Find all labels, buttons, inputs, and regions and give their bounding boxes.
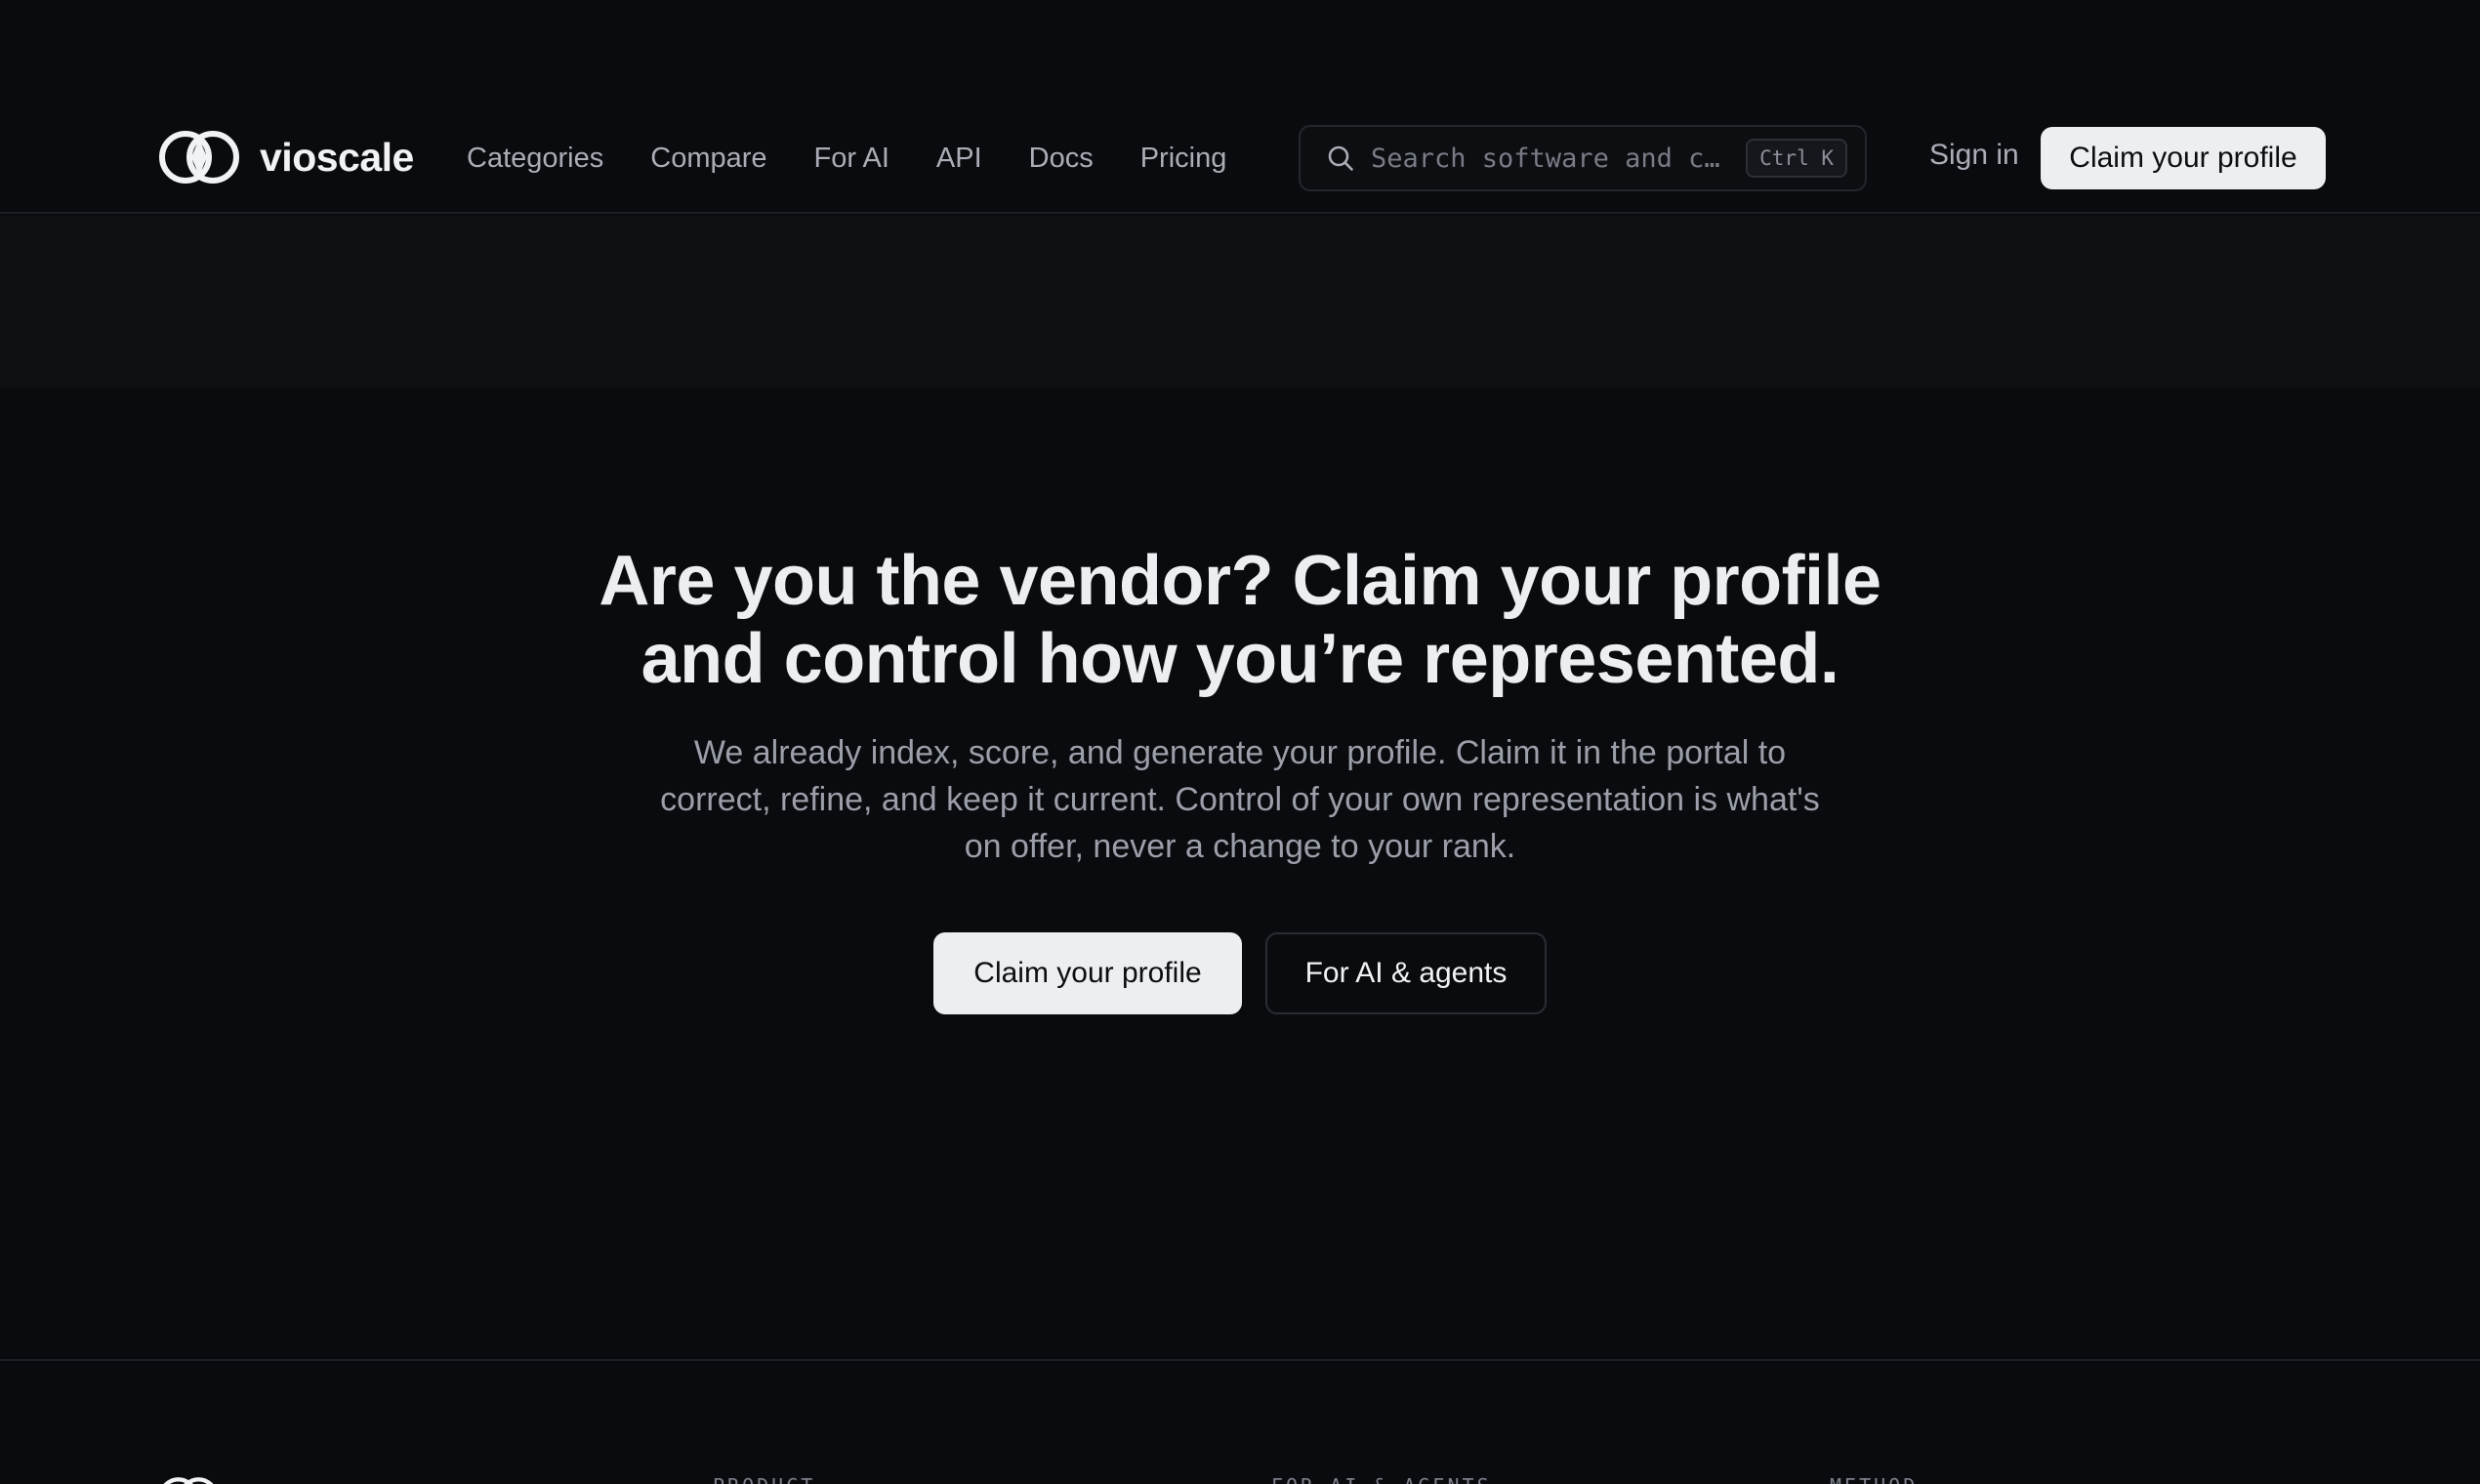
for-ai-agents-button[interactable]: For AI & agents bbox=[1265, 932, 1547, 1014]
hero-subtitle: We already index, score, and generate yo… bbox=[660, 734, 1820, 865]
hero-cta-row: Claim your profile For AI & agents bbox=[933, 932, 1547, 1014]
nav-for-ai[interactable]: For AI bbox=[814, 143, 889, 175]
hero-title-line-2: and control how you’re represented. bbox=[641, 620, 1839, 698]
nav-categories[interactable]: Categories bbox=[467, 143, 603, 175]
main-nav: Categories Compare For AI API Docs Prici… bbox=[467, 129, 1273, 187]
interlocking-rings-logo-icon bbox=[159, 131, 239, 184]
footer-column-for-ai-agents: FOR AI & AGENTS bbox=[1271, 1474, 1492, 1484]
hero-title: Are you the vendor? Claim your profile a… bbox=[459, 542, 2021, 698]
site-footer: PRODUCT FOR AI & AGENTS METHOD bbox=[0, 1359, 2480, 1484]
hero-section: Are you the vendor? Claim your profile a… bbox=[0, 388, 2480, 1359]
search-box[interactable]: Ctrl K bbox=[1299, 125, 1867, 191]
claim-profile-button[interactable]: Claim your profile bbox=[933, 932, 1242, 1014]
footer-column-product: PRODUCT bbox=[713, 1474, 815, 1484]
nav-docs[interactable]: Docs bbox=[1029, 143, 1094, 175]
brand-name: vioscale bbox=[260, 134, 414, 180]
nav-compare[interactable]: Compare bbox=[650, 143, 766, 175]
nav-pricing[interactable]: Pricing bbox=[1140, 143, 1227, 175]
nav-api[interactable]: API bbox=[936, 143, 982, 175]
search-input[interactable] bbox=[1371, 143, 1735, 174]
brand-home-link[interactable]: vioscale bbox=[158, 127, 414, 187]
interlocking-rings-logo-icon[interactable] bbox=[158, 1474, 219, 1484]
search-icon bbox=[1328, 145, 1353, 171]
hero-title-line-1: Are you the vendor? Claim your profile bbox=[599, 542, 1881, 620]
keyboard-shortcut-badge: Ctrl K bbox=[1746, 139, 1847, 178]
sign-in-link[interactable]: Sign in bbox=[1929, 139, 2019, 172]
footer-column-method: METHOD bbox=[1830, 1474, 1918, 1484]
site-header: vioscale Categories Compare For AI API D… bbox=[0, 0, 2480, 214]
header-claim-profile-button[interactable]: Claim your profile bbox=[2041, 127, 2326, 189]
announcement-band bbox=[0, 216, 2480, 388]
